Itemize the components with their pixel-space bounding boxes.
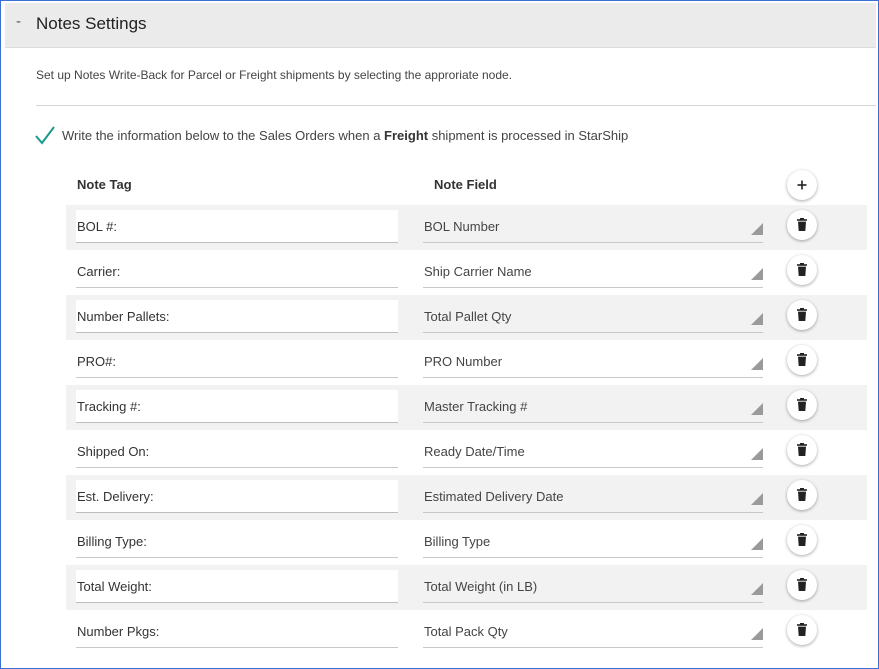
dropdown-corner-icon <box>751 538 763 550</box>
checkmark-icon[interactable] <box>34 124 56 146</box>
note-tag-input[interactable] <box>76 615 398 648</box>
dropdown-corner-icon <box>751 223 763 235</box>
trash-icon <box>797 353 807 366</box>
section-header[interactable]: - Notes Settings <box>5 3 876 48</box>
trash-icon <box>797 443 807 456</box>
dropdown-corner-icon <box>751 403 763 415</box>
dropdown-corner-icon <box>751 448 763 460</box>
dropdown-corner-icon <box>751 268 763 280</box>
dropdown-corner-icon <box>751 493 763 505</box>
table-row: BOL Number <box>66 205 867 250</box>
trash-icon <box>797 218 807 231</box>
note-tag-input[interactable] <box>76 570 398 603</box>
note-tag-input[interactable] <box>76 435 398 468</box>
note-tag-column-header: Note Tag <box>77 177 132 192</box>
collapse-toggle-icon[interactable]: - <box>16 13 21 30</box>
divider <box>36 105 876 106</box>
trash-icon <box>797 623 807 636</box>
note-field-value: Total Pack Qty <box>424 624 508 639</box>
note-field-value: Ship Carrier Name <box>424 264 532 279</box>
delete-row-button[interactable] <box>787 390 817 420</box>
note-tag-input[interactable] <box>76 345 398 378</box>
trash-icon <box>797 398 807 411</box>
table-row: Ship Carrier Name <box>66 250 867 295</box>
note-field-select[interactable]: PRO Number <box>423 345 763 378</box>
dropdown-corner-icon <box>751 628 763 640</box>
note-field-select[interactable]: Total Weight (in LB) <box>423 570 763 603</box>
note-field-value: Estimated Delivery Date <box>424 489 564 504</box>
note-tag-input[interactable] <box>76 255 398 288</box>
table-row: Total Pallet Qty <box>66 295 867 340</box>
table-row: Total Pack Qty <box>66 610 867 655</box>
trash-icon <box>797 578 807 591</box>
note-field-value: Total Pallet Qty <box>424 309 512 324</box>
description-text: Set up Notes Write-Back for Parcel or Fr… <box>36 68 513 82</box>
delete-row-button[interactable] <box>787 300 817 330</box>
trash-icon <box>797 263 807 276</box>
note-field-select[interactable]: Ready Date/Time <box>423 435 763 468</box>
trash-icon <box>797 308 807 321</box>
note-tag-input[interactable] <box>76 525 398 558</box>
delete-row-button[interactable] <box>787 345 817 375</box>
table-row: Master Tracking # <box>66 385 867 430</box>
note-field-value: Total Weight (in LB) <box>424 579 538 594</box>
delete-row-button[interactable] <box>787 615 817 645</box>
delete-row-button[interactable] <box>787 480 817 510</box>
note-field-value: BOL Number <box>424 219 500 234</box>
note-field-select[interactable]: Total Pack Qty <box>423 615 763 648</box>
delete-row-button[interactable] <box>787 525 817 555</box>
notes-table: BOL Number Ship Carrier Name <box>66 205 867 655</box>
note-field-column-header: Note Field <box>434 177 497 192</box>
table-row: Ready Date/Time <box>66 430 867 475</box>
note-field-select[interactable]: Estimated Delivery Date <box>423 480 763 513</box>
table-row: Billing Type <box>66 520 867 565</box>
note-field-value: Billing Type <box>424 534 491 549</box>
plus-icon <box>797 180 807 190</box>
delete-row-button[interactable] <box>787 435 817 465</box>
note-tag-input[interactable] <box>76 480 398 513</box>
note-field-value: Ready Date/Time <box>424 444 525 459</box>
dropdown-corner-icon <box>751 358 763 370</box>
notes-settings-panel: - Notes Settings Set up Notes Write-Back… <box>0 0 879 669</box>
table-row: Estimated Delivery Date <box>66 475 867 520</box>
note-field-select[interactable]: Total Pallet Qty <box>423 300 763 333</box>
note-field-select[interactable]: BOL Number <box>423 210 763 243</box>
note-tag-input[interactable] <box>76 390 398 423</box>
section-title: Notes Settings <box>36 14 147 33</box>
write-back-text-after: shipment is processed in StarShip <box>428 128 629 143</box>
note-field-select[interactable]: Ship Carrier Name <box>423 255 763 288</box>
trash-icon <box>797 533 807 546</box>
add-row-button[interactable] <box>787 170 817 200</box>
note-tag-input[interactable] <box>76 300 398 333</box>
note-field-value: PRO Number <box>424 354 503 369</box>
note-field-value: Master Tracking # <box>424 399 528 414</box>
table-row: Total Weight (in LB) <box>66 565 867 610</box>
delete-row-button[interactable] <box>787 570 817 600</box>
delete-row-button[interactable] <box>787 210 817 240</box>
table-row: PRO Number <box>66 340 867 385</box>
write-back-text-before: Write the information below to the Sales… <box>62 128 385 143</box>
note-field-select[interactable]: Billing Type <box>423 525 763 558</box>
dropdown-corner-icon <box>751 583 763 595</box>
dropdown-corner-icon <box>751 313 763 325</box>
delete-row-button[interactable] <box>787 255 817 285</box>
trash-icon <box>797 488 807 501</box>
write-back-text-bold: Freight <box>384 128 429 143</box>
note-field-select[interactable]: Master Tracking # <box>423 390 763 423</box>
write-back-label: Write the information below to the Sales… <box>62 128 628 143</box>
note-tag-input[interactable] <box>76 210 398 243</box>
